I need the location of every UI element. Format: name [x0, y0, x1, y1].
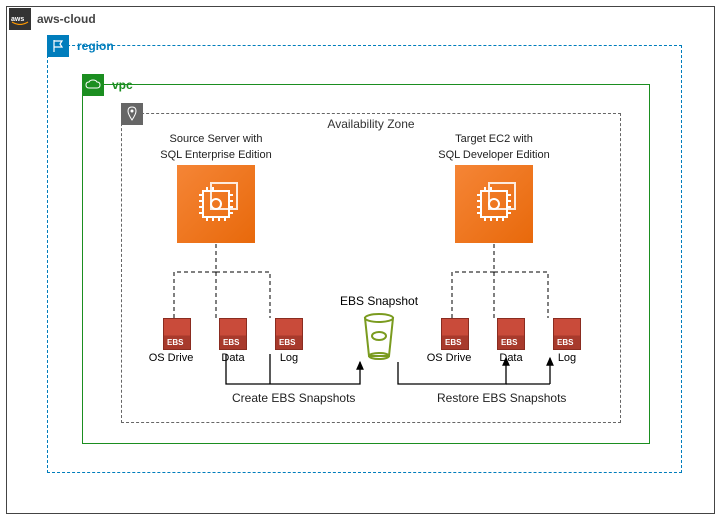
- source-title-1: Source Server with: [146, 132, 286, 146]
- aws-logo-icon: aws: [9, 8, 31, 30]
- vpc-text: vpc: [112, 78, 133, 92]
- source-ebs-group: EBS OS Drive EBS Data EBS Log: [160, 318, 306, 364]
- os-drive-label: OS Drive: [148, 352, 194, 364]
- ebs-volume-icon: EBS: [553, 318, 581, 350]
- target-ebs-log: EBS Log: [550, 318, 584, 364]
- source-server: Source Server with SQL Enterprise Editio…: [146, 132, 286, 243]
- region-label: region: [47, 35, 114, 57]
- ec2-instance-icon: [177, 165, 255, 243]
- az-label: Availability Zone: [327, 117, 414, 131]
- target-ebs-os: EBS OS Drive: [438, 318, 472, 364]
- source-ebs-log: EBS Log: [272, 318, 306, 364]
- target-server: Target EC2 with SQL Developer Edition: [424, 132, 564, 243]
- vpc-container: vpc Availability Zone: [82, 84, 650, 444]
- data-drive-label: Data: [216, 352, 250, 364]
- target-title-1: Target EC2 with: [424, 132, 564, 146]
- source-ebs-data: EBS Data: [216, 318, 250, 364]
- region-flag-icon: [47, 35, 69, 57]
- target-ebs-data: EBS Data: [494, 318, 528, 364]
- availability-zone-container: Availability Zone: [121, 113, 621, 423]
- region-text: region: [77, 39, 114, 53]
- az-pin-icon: [121, 103, 143, 125]
- aws-cloud-label: aws aws-cloud: [9, 8, 96, 30]
- log-drive-label: Log: [272, 352, 306, 364]
- ebs-volume-icon: EBS: [497, 318, 525, 350]
- source-ebs-os: EBS OS Drive: [160, 318, 194, 364]
- log-drive-label: Log: [550, 352, 584, 364]
- create-snapshots-label: Create EBS Snapshots: [232, 391, 355, 405]
- ebs-volume-icon: EBS: [441, 318, 469, 350]
- ec2-instance-icon: [455, 165, 533, 243]
- aws-cloud-container: aws aws-cloud region vpc Availability Zo…: [6, 6, 715, 514]
- snapshot-bucket-icon: [359, 310, 399, 360]
- data-drive-label: Data: [494, 352, 528, 364]
- snapshot-label: EBS Snapshot: [334, 294, 424, 308]
- target-title-2: SQL Developer Edition: [424, 148, 564, 162]
- ebs-volume-icon: EBS: [275, 318, 303, 350]
- ebs-volume-icon: EBS: [163, 318, 191, 350]
- aws-cloud-text: aws-cloud: [37, 12, 96, 26]
- region-container: region vpc Availability Zone: [47, 45, 682, 473]
- ebs-volume-icon: EBS: [219, 318, 247, 350]
- os-drive-label: OS Drive: [426, 352, 472, 364]
- vpc-label: vpc: [82, 74, 133, 96]
- restore-snapshots-label: Restore EBS Snapshots: [437, 391, 566, 405]
- target-ebs-group: EBS OS Drive EBS Data EBS Log: [438, 318, 584, 364]
- ebs-snapshot: EBS Snapshot: [334, 294, 424, 360]
- vpc-cloud-icon: [82, 74, 104, 96]
- source-title-2: SQL Enterprise Edition: [146, 148, 286, 162]
